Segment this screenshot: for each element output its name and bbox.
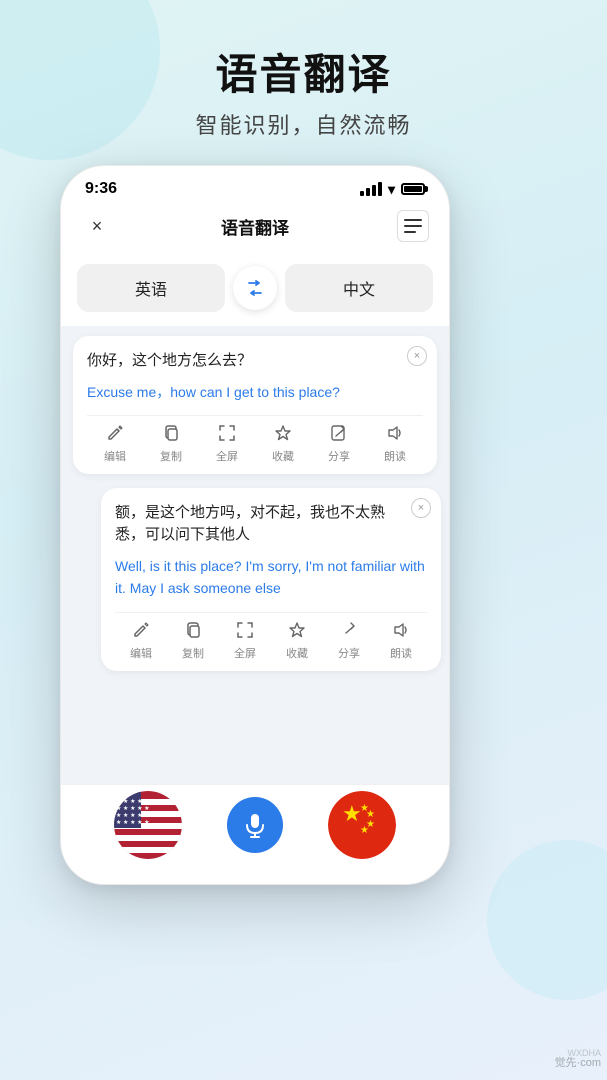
phone-frame: 9:36 ▾ × 语音翻译 (60, 165, 450, 885)
page-header: 语音翻译 智能识别，自然流畅 (0, 0, 607, 160)
battery-icon (401, 183, 425, 195)
bottom-bar: ★ ★ ★ ★ ★ ★ ★ ★ ★ ★ ★ ★ ★ ★ ★ ★ ★ ★ ★ ★ … (61, 784, 449, 884)
action-label: 分享 (338, 645, 360, 661)
flag-us-button[interactable]: ★ ★ ★ ★ ★ ★ ★ ★ ★ ★ ★ ★ ★ ★ ★ ★ ★ ★ ★ ★ … (114, 791, 182, 859)
action-label: 全屏 (216, 448, 238, 464)
mic-button[interactable] (227, 797, 283, 853)
action-share-1[interactable]: 分享 (328, 424, 350, 464)
sound-icon (392, 621, 410, 642)
card-close-button-2[interactable]: × (411, 498, 431, 518)
share-icon (330, 424, 348, 445)
action-star-1[interactable]: 收藏 (272, 424, 294, 464)
action-label: 编辑 (130, 645, 152, 661)
flag-cn-button[interactable]: ★ ★ ★ ★ ★ (328, 791, 396, 859)
edit-icon (106, 424, 124, 445)
source-language-button[interactable]: 英语 (77, 264, 225, 312)
action-edit-1[interactable]: 编辑 (104, 424, 126, 464)
close-button[interactable]: × (81, 210, 113, 242)
action-label: 朗读 (390, 645, 412, 661)
swap-language-button[interactable] (233, 266, 277, 310)
action-label: 朗读 (384, 448, 406, 464)
watermark-site: 觉先·com (555, 1054, 601, 1070)
action-sound-1[interactable]: 朗读 (384, 424, 406, 464)
card-actions-1: 编辑 复制 (87, 415, 423, 464)
action-fullscreen-1[interactable]: 全屏 (216, 424, 238, 464)
phone-mockup: 9:36 ▾ × 语音翻译 (60, 165, 460, 925)
action-star-2[interactable]: 收藏 (286, 621, 308, 661)
chat-card-2: × 额，是这个地方吗，对不起，我也不太熟悉，可以问下其他人 Well, is i… (101, 488, 441, 671)
copy-icon (184, 621, 202, 642)
svg-text:★ ★ ★ ★ ★: ★ ★ ★ ★ ★ (116, 819, 150, 826)
app-header: × 语音翻译 (61, 206, 449, 254)
edit-icon (132, 621, 150, 642)
action-label: 全屏 (234, 645, 256, 661)
sound-icon (386, 424, 404, 445)
action-copy-2[interactable]: 复制 (182, 621, 204, 661)
copy-icon (162, 424, 180, 445)
status-time: 9:36 (85, 180, 117, 198)
svg-text:★: ★ (360, 825, 369, 836)
wifi-icon: ▾ (388, 181, 395, 198)
star-icon (288, 621, 306, 642)
action-fullscreen-2[interactable]: 全屏 (234, 621, 256, 661)
action-share-2[interactable]: 分享 (338, 621, 360, 661)
action-copy-1[interactable]: 复制 (160, 424, 182, 464)
fullscreen-icon (218, 424, 236, 445)
action-label: 复制 (182, 645, 204, 661)
app-title: 语音翻译 (221, 214, 289, 239)
chat-card-1: × 你好，这个地方怎么去？ Excuse me，how can I get to… (73, 336, 437, 474)
status-bar: 9:36 ▾ (61, 166, 449, 206)
action-label: 收藏 (286, 645, 308, 661)
language-selector: 英语 中文 (61, 254, 449, 326)
star-icon (274, 424, 292, 445)
share-icon (340, 621, 358, 642)
original-text-2: 额，是这个地方吗，对不起，我也不太熟悉，可以问下其他人 (115, 502, 427, 547)
svg-text:★: ★ (342, 801, 362, 826)
bg-decoration-br (487, 840, 607, 1000)
action-label: 分享 (328, 448, 350, 464)
card-actions-2: 编辑 复制 (115, 612, 427, 661)
translated-text-2: Well, is it this place? I'm sorry, I'm n… (115, 555, 427, 600)
action-label: 编辑 (104, 448, 126, 464)
signal-icon (360, 182, 382, 196)
target-language-button[interactable]: 中文 (285, 264, 433, 312)
card-close-button-1[interactable]: × (407, 346, 427, 366)
action-sound-2[interactable]: 朗读 (390, 621, 412, 661)
page-subtitle: 智能识别，自然流畅 (0, 108, 607, 140)
menu-icon[interactable] (397, 210, 429, 242)
page-title: 语音翻译 (0, 52, 607, 98)
action-label: 收藏 (272, 448, 294, 464)
status-icons: ▾ (360, 181, 425, 198)
action-label: 复制 (160, 448, 182, 464)
action-edit-2[interactable]: 编辑 (130, 621, 152, 661)
svg-text:★ ★ ★ ★ ★ ★: ★ ★ ★ ★ ★ ★ (116, 798, 157, 805)
fullscreen-icon (236, 621, 254, 642)
original-text-1: 你好，这个地方怎么去？ (87, 350, 423, 373)
svg-text:★ ★ ★ ★ ★: ★ ★ ★ ★ ★ (116, 805, 150, 812)
svg-text:★ ★ ★ ★ ★ ★: ★ ★ ★ ★ ★ ★ (116, 812, 157, 819)
translated-text-1: Excuse me，how can I get to this place? (87, 381, 423, 403)
chat-area: × 你好，这个地方怎么去？ Excuse me，how can I get to… (61, 326, 449, 816)
